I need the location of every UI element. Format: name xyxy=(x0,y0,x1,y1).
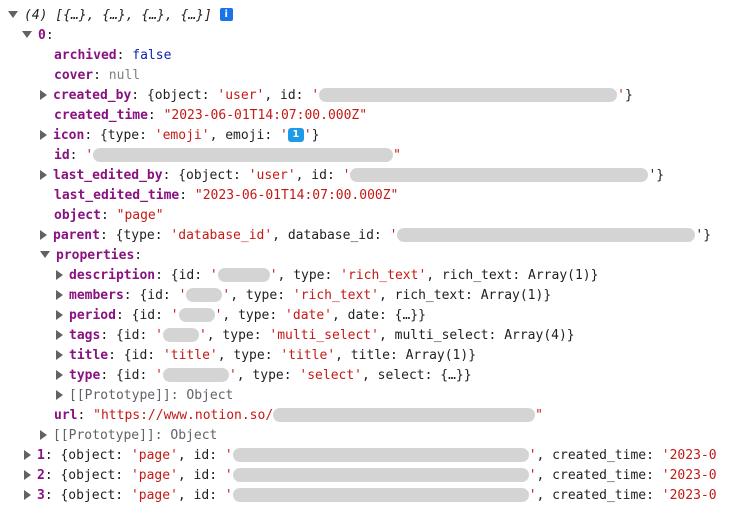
expand-arrow-icon[interactable] xyxy=(24,489,31,500)
prop-key: members xyxy=(69,288,124,303)
expand-arrow-icon[interactable] xyxy=(56,389,63,400)
item-index: 1 xyxy=(37,448,45,463)
redacted-id xyxy=(397,227,696,242)
expand-arrow-icon[interactable] xyxy=(40,129,47,140)
redacted-id xyxy=(319,87,618,102)
array-summary: (4) [{…}, {…}, {…}, {…}] xyxy=(24,8,212,23)
redacted-id xyxy=(186,287,223,302)
keycap-one-emoji-icon: 1 xyxy=(287,127,304,142)
prop-key: created_by xyxy=(53,88,132,103)
prop-value: null xyxy=(108,68,141,83)
prop-key: created_time xyxy=(54,108,148,123)
expand-arrow-icon[interactable] xyxy=(56,269,63,280)
collapse-arrow-icon[interactable] xyxy=(8,11,18,18)
expand-arrow-icon[interactable] xyxy=(40,229,47,240)
expand-arrow-icon[interactable] xyxy=(24,469,31,480)
prop-object: object: "page" xyxy=(54,208,164,223)
expand-arrow-icon[interactable] xyxy=(56,309,63,320)
prop-id: id: ' " xyxy=(54,147,401,163)
expand-arrow-icon[interactable] xyxy=(24,449,31,460)
prop-parent[interactable]: parent: {type: 'database_id', database_i… xyxy=(40,226,711,246)
prop-key: type xyxy=(69,368,101,383)
expand-arrow-icon[interactable] xyxy=(40,429,47,440)
redacted-id xyxy=(232,447,529,462)
expand-arrow-icon[interactable] xyxy=(40,89,47,100)
prop-tags[interactable]: tags: {id: ' ', type: 'multi_select', mul… xyxy=(56,326,575,346)
prop-value: "2023-06-01T14:07:00.000Z" xyxy=(194,188,399,203)
redacted-id xyxy=(162,367,229,382)
redacted-id xyxy=(232,487,529,502)
prop-last-edited-by[interactable]: last_edited_by: {object: 'user', id: ' '} xyxy=(40,166,664,186)
prop-key: cover xyxy=(54,68,94,83)
redacted-url xyxy=(273,407,536,422)
prop-key: object xyxy=(54,208,101,223)
prop-url: url: "https://www.notion.so/" xyxy=(54,407,543,423)
item-index: 2 xyxy=(37,468,45,483)
item-2-row[interactable]: 2: {object: 'page', id: ' ', created_time… xyxy=(24,466,717,486)
item-0-prototype[interactable]: [[Prototype]]: Object xyxy=(40,426,217,446)
prop-created-time: created_time: "2023-06-01T14:07:00.000Z" xyxy=(54,108,368,123)
prop-key: id xyxy=(54,148,70,163)
prop-key: icon xyxy=(53,128,85,143)
prop-icon[interactable]: icon: {type: 'emoji', emoji: ' 1 '} xyxy=(40,126,320,146)
item-index: 3 xyxy=(37,488,45,503)
prop-key: tags xyxy=(69,328,101,343)
prop-key: description xyxy=(69,268,156,283)
prop-last-edited-time: last_edited_time: "2023-06-01T14:07:00.0… xyxy=(54,188,399,203)
prop-key: parent xyxy=(53,228,100,243)
expand-arrow-icon[interactable] xyxy=(56,329,63,340)
redacted-id xyxy=(217,267,270,282)
prop-value: "page" xyxy=(116,208,164,223)
prop-key: archived xyxy=(54,48,117,63)
prop-title[interactable]: title: {id: 'title', type: 'title', titl… xyxy=(56,346,476,366)
prop-key: last_edited_by xyxy=(53,168,163,183)
prop-period[interactable]: period: {id: ' ', type: 'date', date: {…}… xyxy=(56,306,426,326)
prop-members[interactable]: members: {id: ' ', type: 'rich_text', ric… xyxy=(56,286,551,306)
prop-value: false xyxy=(132,48,172,63)
item-3-row[interactable]: 3: {object: 'page', id: ' ', created_time… xyxy=(24,486,717,506)
expand-arrow-icon[interactable] xyxy=(56,349,63,360)
prop-key: period xyxy=(69,308,116,323)
prop-archived: archived: false xyxy=(54,48,172,63)
expand-arrow-icon[interactable] xyxy=(56,289,63,300)
prop-cover: cover: null xyxy=(54,68,141,83)
prop-created-by[interactable]: created_by: {object: 'user', id: ' '} xyxy=(40,86,633,106)
properties-prototype[interactable]: [[Prototype]]: Object xyxy=(56,386,233,406)
redacted-id xyxy=(232,467,529,482)
expand-arrow-icon[interactable] xyxy=(40,169,47,180)
collapse-arrow-icon[interactable] xyxy=(40,251,50,258)
prop-key: url xyxy=(54,408,78,423)
prop-properties[interactable]: properties: xyxy=(40,246,142,266)
collapse-arrow-icon[interactable] xyxy=(22,31,32,38)
prop-key: last_edited_time xyxy=(54,188,180,203)
prop-key: properties xyxy=(56,248,135,263)
item-index: 0 xyxy=(38,28,46,43)
redacted-id xyxy=(93,147,394,162)
expand-arrow-icon[interactable] xyxy=(56,369,63,380)
item-0-row[interactable]: 0: xyxy=(22,26,54,46)
array-summary-row[interactable]: (4) [{…}, {…}, {…}, {…}] i xyxy=(8,6,233,26)
redacted-id xyxy=(162,327,199,342)
item-1-row[interactable]: 1: {object: 'page', id: ' ', created_time… xyxy=(24,446,717,466)
redacted-id xyxy=(178,307,215,322)
prop-value: "2023-06-01T14:07:00.000Z" xyxy=(163,108,368,123)
info-icon[interactable]: i xyxy=(219,8,233,21)
prop-description[interactable]: description: {id: ' ', type: 'rich_text',… xyxy=(56,266,598,286)
prop-key: title xyxy=(69,348,109,363)
redacted-id xyxy=(350,167,649,182)
prop-type[interactable]: type: {id: ' ', type: 'select', select: {… xyxy=(56,366,472,386)
